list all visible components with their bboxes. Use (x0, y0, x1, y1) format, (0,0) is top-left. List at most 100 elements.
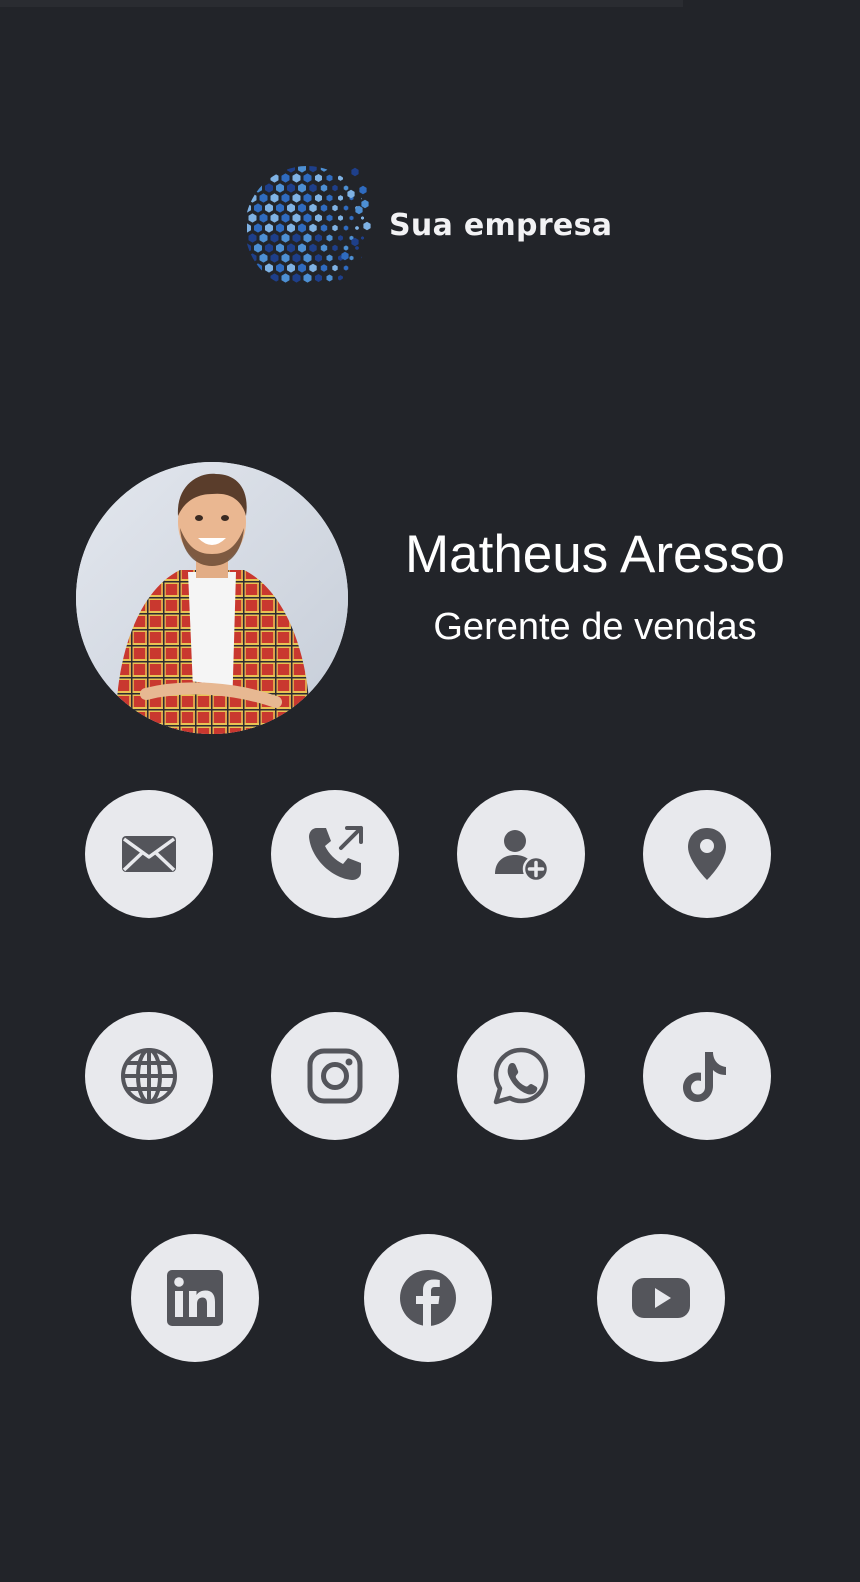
logo-hexagon (265, 203, 273, 213)
logo-hexagon (287, 166, 295, 173)
logo-hexagon (281, 233, 290, 243)
globe-icon (121, 1048, 177, 1104)
logo-hexagon (303, 173, 312, 183)
logo-hexagon (259, 233, 268, 243)
logo-hexagon (298, 166, 306, 173)
location-button[interactable] (643, 790, 771, 918)
logo-hexagon (320, 264, 328, 272)
logo-hexagon (281, 273, 290, 283)
logo-hexagon (270, 213, 279, 223)
logo-hexagon (254, 263, 262, 273)
logo-hexagon (309, 263, 317, 273)
logo-hexagon (259, 253, 268, 263)
logo-hexagon (361, 199, 369, 209)
whatsapp-button[interactable] (457, 1012, 585, 1140)
logo-hexagon (332, 224, 338, 232)
facebook-button[interactable] (364, 1234, 492, 1362)
logo-hexagon (332, 204, 338, 212)
logo-hexagon (320, 224, 328, 232)
logo-hexagon (287, 263, 295, 273)
logo-hexagon (309, 183, 317, 193)
logo-hexagon (292, 233, 301, 243)
logo-hexagon (361, 256, 364, 260)
logo-hexagon (292, 273, 301, 283)
logo-hexagon (326, 234, 333, 242)
logo-hexagon (338, 235, 343, 241)
logo-hexagon (298, 243, 306, 253)
logo-hexagon (309, 166, 317, 173)
logo-hexagon (355, 226, 359, 230)
logo-hexagon (292, 253, 301, 263)
logo-hexagon (338, 275, 343, 281)
logo-hexagon (320, 204, 328, 212)
logo-hexagon (332, 264, 338, 272)
logo-hexagon (347, 189, 355, 199)
logo-hexagon (292, 173, 301, 183)
profile-name: Matheus Aresso (404, 525, 786, 584)
logo-hexagon (320, 166, 328, 172)
logo-hexagon (247, 243, 251, 253)
company-logo: Sua empresa (247, 160, 612, 295)
logo-hexagon (281, 213, 290, 223)
logo-hexagon (254, 243, 262, 253)
logo-hexagon (315, 274, 322, 282)
tiktok-icon (683, 1052, 726, 1102)
logo-hexagon (326, 254, 333, 262)
phone-outgoing-icon (309, 826, 363, 880)
email-button[interactable] (85, 790, 213, 918)
linkedin-button[interactable] (131, 1234, 259, 1362)
youtube-icon (632, 1278, 690, 1318)
logo-hexagon (309, 223, 317, 233)
logo-hexagon (254, 223, 262, 233)
logo-hexagon (298, 203, 306, 213)
profile-avatar (76, 462, 348, 734)
logo-hexagon (265, 243, 273, 253)
logo-hexagon (343, 265, 349, 271)
tiktok-button[interactable] (643, 1012, 771, 1140)
logo-hexagon (361, 216, 364, 220)
logo-hexagon (320, 184, 328, 192)
logo-hexagon (270, 273, 279, 283)
logo-hexagon (265, 263, 273, 273)
logo-hexagon (247, 203, 251, 213)
avatar-photo (76, 462, 348, 734)
logo-hexagon (298, 263, 306, 273)
logo-hexagon (315, 254, 322, 262)
logo-hexagon (265, 223, 273, 233)
website-button[interactable] (85, 1012, 213, 1140)
logo-hexagon (287, 243, 295, 253)
logo-hexagon (281, 193, 290, 203)
logo-hexagon (276, 263, 284, 273)
logo-hexagon (320, 244, 328, 252)
instagram-button[interactable] (271, 1012, 399, 1140)
logo-hexagon (349, 215, 354, 221)
logo-hexagon (309, 243, 317, 253)
facebook-icon (400, 1270, 456, 1326)
logo-hexagon (303, 273, 312, 283)
logo-hexagon (361, 196, 364, 200)
logo-hexagon (363, 221, 371, 231)
logo-hexagon (276, 243, 284, 253)
phone-button[interactable] (271, 790, 399, 918)
logo-hexagon (338, 215, 343, 221)
youtube-button[interactable] (597, 1234, 725, 1362)
logo-hexagon (326, 214, 333, 222)
instagram-icon (307, 1048, 363, 1104)
logo-hexagon (298, 183, 306, 193)
logo-hexagon (281, 173, 290, 183)
globe-logo-icon (247, 166, 371, 283)
add-contact-button[interactable] (457, 790, 585, 918)
logo-hexagon (270, 193, 279, 203)
logo-hexagon (355, 246, 359, 250)
logo-hexagon (315, 194, 322, 202)
logo-hexagon (281, 253, 290, 263)
logo-hexagon (315, 174, 322, 182)
logo-hexagon (265, 183, 273, 193)
logo-hexagon (248, 253, 257, 263)
logo-hexagon (303, 233, 312, 243)
logo-hexagon (270, 233, 279, 243)
logo-hexagon (332, 184, 338, 192)
logo-hexagon (361, 236, 364, 240)
logo-hexagon (315, 234, 322, 242)
logo-hexagon (303, 213, 312, 223)
